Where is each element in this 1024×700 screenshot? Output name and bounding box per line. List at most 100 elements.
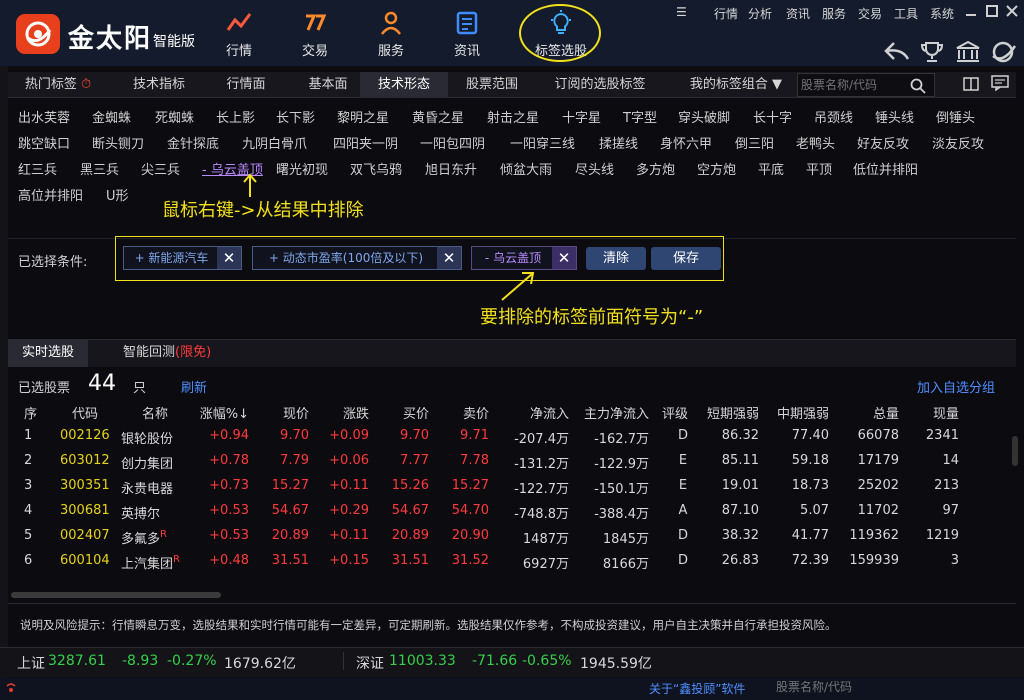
pattern-tag[interactable]: 揉搓线	[599, 133, 638, 152]
tab-realtime-picks[interactable]: 实时选股	[8, 339, 88, 367]
close-icon[interactable]	[1005, 4, 1019, 18]
pattern-tag[interactable]: 一阳穿三线	[510, 133, 575, 152]
nav-service[interactable]: 服务	[355, 10, 427, 62]
column-header[interactable]: 主力净流入	[529, 403, 649, 422]
pattern-tag[interactable]: 尽头线	[575, 159, 614, 178]
condition-text: + 动态市盈率(100倍及以下)	[268, 251, 424, 265]
remove-condition-icon[interactable]: ✕	[217, 247, 241, 269]
pattern-tag[interactable]: 出水芙蓉	[18, 107, 70, 126]
sh-amount: 1679.62亿	[224, 656, 296, 672]
pattern-tag[interactable]: 锤头线	[875, 107, 914, 126]
message-icon[interactable]	[991, 75, 1009, 91]
pattern-tag[interactable]: 身怀六甲	[660, 133, 712, 152]
clear-button[interactable]: 清除	[586, 247, 646, 270]
pattern-tag[interactable]: 尖三兵	[141, 159, 180, 178]
news-icon	[456, 11, 478, 35]
back-icon[interactable]	[884, 40, 910, 62]
bottom-search-input[interactable]	[776, 680, 1014, 694]
menu-service[interactable]: 服务	[822, 5, 846, 22]
menu-trade[interactable]: 交易	[858, 5, 882, 22]
pattern-tag[interactable]: 倾盆大雨	[500, 159, 552, 178]
pattern-tag[interactable]: 死蜘蛛	[155, 107, 194, 126]
cell-seq: 5	[24, 528, 33, 543]
pattern-tag[interactable]: 穿头破脚	[678, 107, 730, 126]
add-to-watchlist-link[interactable]: 加入自选分组	[917, 377, 995, 396]
refresh-link[interactable]: 刷新	[181, 377, 207, 396]
pattern-tag[interactable]: 黑三兵	[80, 159, 119, 178]
nav-quotes[interactable]: 行情	[203, 10, 275, 62]
edition-label: 智能版	[153, 34, 195, 50]
pattern-tag[interactable]: 吊颈线	[814, 107, 853, 126]
cell-cur: 97	[942, 503, 959, 518]
pattern-tag[interactable]: 空方炮	[697, 159, 736, 178]
stock-search-input[interactable]	[798, 74, 908, 96]
pattern-tag[interactable]: T字型	[623, 107, 657, 126]
cell-seq: 4	[24, 503, 33, 518]
maximize-icon[interactable]	[985, 4, 999, 18]
count-label: 已选股票	[18, 381, 71, 396]
pattern-tag[interactable]: 高位并排阳	[18, 185, 83, 204]
pattern-tag[interactable]: 长上影	[216, 107, 255, 126]
save-button[interactable]: 保存	[651, 247, 721, 270]
pattern-tag[interactable]: 长十字	[753, 107, 792, 126]
pattern-tag[interactable]: 老鸭头	[796, 133, 835, 152]
menu-system[interactable]: 系统	[930, 5, 954, 22]
pattern-tag[interactable]: 低位并排阳	[853, 159, 918, 178]
pattern-tag[interactable]: 倒三阳	[735, 133, 774, 152]
pattern-tag[interactable]: 黄昏之星	[412, 107, 464, 126]
pattern-tag[interactable]: 淡友反攻	[932, 133, 984, 152]
tab-hot-tags[interactable]: 热门标签 ⏱	[8, 72, 108, 98]
horizontal-scrollbar[interactable]	[11, 592, 221, 598]
tab-stock-range[interactable]: 股票范围	[452, 72, 532, 98]
remove-condition-icon[interactable]: ✕	[552, 247, 576, 269]
pattern-tag[interactable]: 断头铡刀	[92, 133, 144, 152]
pattern-tag[interactable]: 倒锤头	[936, 107, 975, 126]
nav-trade[interactable]: 交易	[279, 10, 351, 62]
pattern-tag[interactable]: 双飞乌鸦	[350, 159, 402, 178]
column-header[interactable]: 序	[24, 403, 37, 422]
pattern-tag[interactable]: 长下影	[276, 107, 315, 126]
pattern-tag[interactable]: 平底	[758, 159, 784, 178]
hamburger-icon[interactable]: ☰	[676, 5, 687, 19]
vertical-scrollbar[interactable]	[1012, 436, 1018, 466]
tab-fundamental[interactable]: 基本面	[288, 72, 368, 98]
menu-analysis[interactable]: 分析	[748, 5, 772, 22]
menu-news[interactable]: 资讯	[786, 5, 810, 22]
cell-cur: 213	[934, 478, 959, 493]
pattern-tag[interactable]: 旭日东升	[425, 159, 477, 178]
pattern-tag[interactable]: 平顶	[806, 159, 832, 178]
tab-my-tag-combos[interactable]: 我的标签组合 ▼	[678, 72, 794, 98]
minimize-icon[interactable]	[964, 4, 978, 18]
pattern-tag[interactable]: 好友反攻	[857, 133, 909, 152]
about-link[interactable]: 关于“鑫投顾”软件	[649, 680, 745, 697]
layout-icon[interactable]	[963, 76, 979, 92]
nav-news[interactable]: 资讯	[431, 10, 503, 62]
tab-market[interactable]: 行情面	[204, 72, 288, 98]
column-header[interactable]: 代码	[72, 403, 98, 422]
pattern-tag[interactable]: 黎明之星	[337, 107, 389, 126]
pattern-tag[interactable]: 一阳包四阴	[420, 133, 485, 152]
tab-tech-pattern[interactable]: 技术形态	[360, 72, 448, 98]
pattern-tag[interactable]: U形	[106, 185, 129, 204]
pattern-tag[interactable]: 红三兵	[18, 159, 57, 178]
menu-tools[interactable]: 工具	[894, 5, 918, 22]
pattern-tag[interactable]: 金蜘蛛	[92, 107, 131, 126]
pattern-tag[interactable]: 四阳夹一阴	[333, 133, 398, 152]
pattern-tag[interactable]: 射击之星	[487, 107, 539, 126]
tab-smart-backtest[interactable]: 智能回测(限免)	[123, 339, 211, 367]
pattern-tag[interactable]: 多方炮	[636, 159, 675, 178]
brand-mini-icon[interactable]	[988, 40, 1018, 64]
pattern-tag[interactable]: 十字星	[562, 107, 601, 126]
search-icon[interactable]	[910, 78, 926, 94]
tab-tech-indicators[interactable]: 技术指标	[114, 72, 204, 98]
column-header[interactable]: 现量	[839, 403, 959, 422]
pattern-tag[interactable]: 曙光初现	[276, 159, 328, 178]
trophy-icon[interactable]	[920, 40, 944, 64]
pattern-tag[interactable]: 九阴白骨爪	[242, 133, 307, 152]
pattern-tag[interactable]: 金针探底	[167, 133, 219, 152]
menu-quotes[interactable]: 行情	[714, 5, 738, 22]
remove-condition-icon[interactable]: ✕	[437, 247, 461, 269]
tab-subscribed-tags[interactable]: 订阅的选股标签	[542, 72, 658, 98]
pattern-tag[interactable]: 跳空缺口	[18, 133, 70, 152]
bank-icon[interactable]	[955, 40, 981, 64]
